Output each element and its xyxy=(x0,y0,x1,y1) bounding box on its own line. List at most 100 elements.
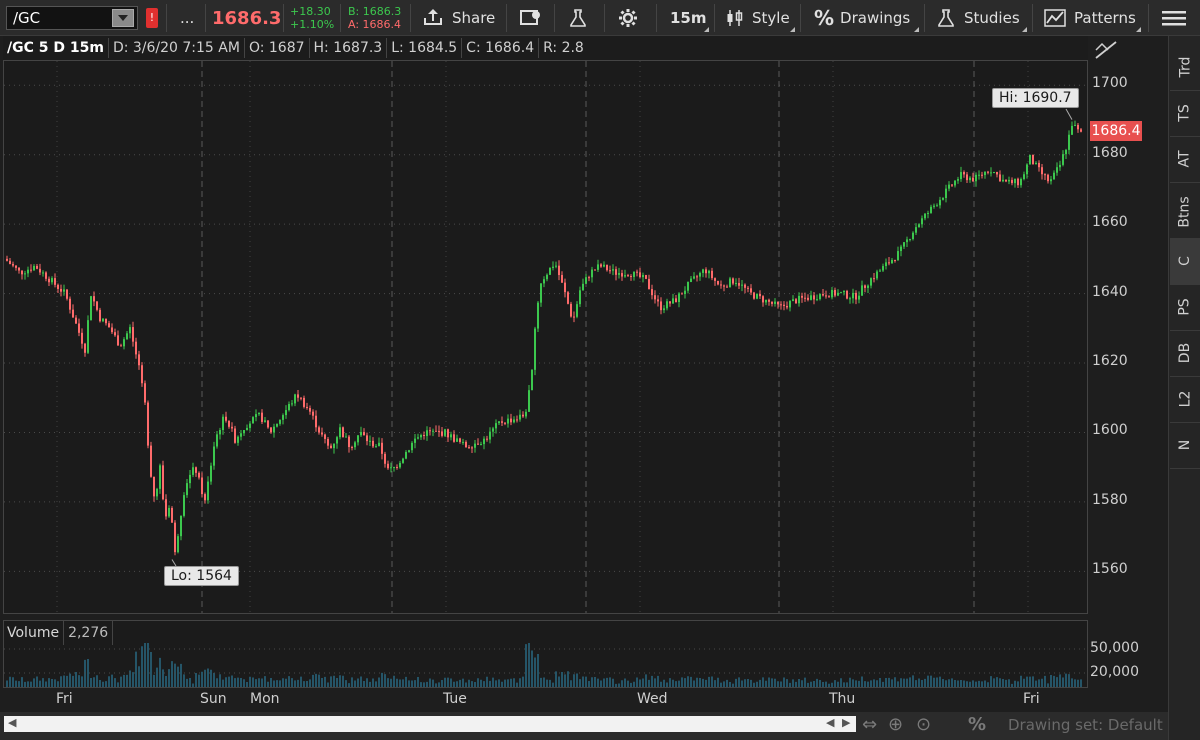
more-button[interactable]: ... xyxy=(180,0,194,36)
zoom-icon[interactable]: ⊙ xyxy=(916,714,931,735)
scroll-right-arrow-icon[interactable]: ▶ xyxy=(842,716,850,729)
menu-button[interactable] xyxy=(1162,0,1186,36)
candle-body xyxy=(498,421,500,424)
candle-body xyxy=(936,205,938,207)
candle-body xyxy=(909,239,911,241)
candle-body xyxy=(519,414,521,420)
timeframe-button[interactable]: 15m xyxy=(670,0,707,36)
candle-body xyxy=(645,275,647,279)
patterns-button[interactable]: Patterns xyxy=(1044,0,1136,36)
bid-price: B: 1686.3 xyxy=(348,5,402,18)
sidebar-tab-trd[interactable]: Trd xyxy=(1170,44,1200,91)
separator xyxy=(410,4,411,32)
drawing-percent-icon[interactable]: % xyxy=(968,714,986,735)
sidebar-tab-btns[interactable]: Btns xyxy=(1170,186,1200,239)
sidebar-tab-at[interactable]: AT xyxy=(1170,136,1200,183)
candle-body xyxy=(117,335,119,346)
price-chart[interactable] xyxy=(4,61,1087,613)
candle-body xyxy=(1023,174,1025,180)
drawings-label: Drawings xyxy=(840,9,911,27)
candle-body xyxy=(1026,164,1028,175)
candle-body xyxy=(390,467,392,469)
symbol-input[interactable]: /GC xyxy=(7,9,112,27)
candle-body xyxy=(279,419,281,424)
candle-body xyxy=(702,269,704,273)
candle-body xyxy=(477,443,479,445)
candle-body xyxy=(660,301,662,311)
candle-body xyxy=(486,438,488,440)
candle-body xyxy=(108,323,110,328)
x-label-fri-2: Fri xyxy=(1023,691,1040,707)
flask-button[interactable] xyxy=(568,0,588,36)
sidebar-tab-c[interactable]: C xyxy=(1170,238,1200,285)
horizontal-scrollbar[interactable] xyxy=(4,716,856,732)
alert-badge-icon[interactable]: ! xyxy=(146,8,158,28)
scroll-left-arrow-icon[interactable]: ◀ xyxy=(8,716,16,729)
candle-body xyxy=(762,296,764,303)
candle-body xyxy=(774,301,776,304)
volume-chart[interactable] xyxy=(4,621,1087,687)
price-tick-label: 1660 xyxy=(1092,214,1128,231)
volume-panel[interactable] xyxy=(3,620,1088,688)
candle-body xyxy=(780,304,782,306)
candle-body xyxy=(960,172,962,180)
volume-label: Volume xyxy=(3,621,65,645)
candle-body xyxy=(402,458,404,463)
sidebar-tab-db[interactable]: DB xyxy=(1170,330,1200,377)
settings-button[interactable] xyxy=(618,0,638,36)
candle-body xyxy=(153,476,155,497)
candle-body xyxy=(387,463,389,469)
candle-body xyxy=(696,276,698,278)
candle-body xyxy=(942,197,944,200)
share-button[interactable]: Share xyxy=(422,0,495,36)
sidebar-tab-ts[interactable]: TS xyxy=(1170,90,1200,137)
candle-body xyxy=(675,298,677,303)
candle-body xyxy=(534,328,536,370)
sidebar-tab-l2[interactable]: L2 xyxy=(1170,376,1200,423)
candle-body xyxy=(699,272,701,277)
candle-body xyxy=(219,430,221,435)
candle-body xyxy=(300,397,302,399)
candle-body xyxy=(30,269,32,271)
candle-body xyxy=(594,269,596,271)
separator xyxy=(506,4,507,32)
candle-body xyxy=(888,262,890,264)
candle-body xyxy=(165,499,167,517)
candle-body xyxy=(198,472,200,478)
price-chart-panel[interactable] xyxy=(3,60,1088,614)
candle-body xyxy=(864,285,866,288)
sidebar-tab-ps[interactable]: PS xyxy=(1170,284,1200,331)
candle-body xyxy=(666,301,668,309)
candle-body xyxy=(48,278,50,283)
candle-body xyxy=(81,332,83,344)
candle-body xyxy=(984,171,986,176)
candle-body xyxy=(336,437,338,444)
drawing-set-label[interactable]: Drawing set: Default xyxy=(1008,716,1163,734)
candle-body xyxy=(489,431,491,440)
candle-body xyxy=(654,295,656,300)
drawings-button[interactable]: % Drawings xyxy=(814,0,910,36)
pan-arrows-icon[interactable]: ⇔ xyxy=(862,714,877,735)
candle-body xyxy=(309,408,311,412)
symbol-selector[interactable]: /GC xyxy=(6,6,138,30)
crosshair-icon[interactable]: ⊕ xyxy=(888,714,903,735)
studies-button[interactable]: Studies xyxy=(936,0,1020,36)
scroll-left-small-arrow-icon[interactable]: ◀ xyxy=(826,716,834,729)
sidebar-tab-n[interactable]: N xyxy=(1170,422,1200,469)
style-button[interactable]: Style xyxy=(726,0,790,36)
sidebar-tab-label: L2 xyxy=(1177,390,1193,408)
price-tick-label: 1620 xyxy=(1092,353,1128,370)
candle-body xyxy=(768,299,770,302)
candle-body xyxy=(204,494,206,501)
candle-body xyxy=(72,309,74,318)
candle-body xyxy=(480,444,482,446)
candle-body xyxy=(129,327,131,334)
symbol-dropdown-icon[interactable] xyxy=(112,9,134,27)
time-axis[interactable] xyxy=(3,688,1088,712)
percent-icon: % xyxy=(814,6,835,30)
flexible-grid-button[interactable] xyxy=(520,0,542,36)
quick-drawing-icon[interactable] xyxy=(1094,38,1118,60)
candle-body xyxy=(912,232,914,240)
candle-body xyxy=(777,301,779,305)
candle-body xyxy=(141,365,143,384)
